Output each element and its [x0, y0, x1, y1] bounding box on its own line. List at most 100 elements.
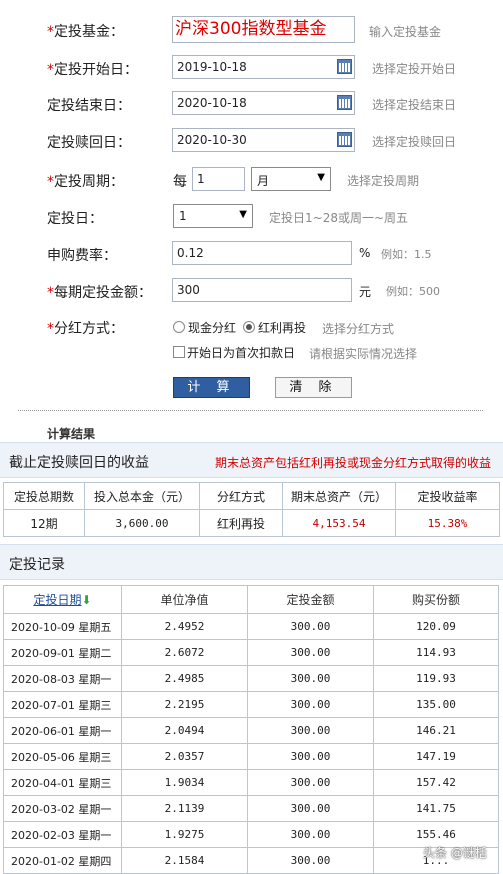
dropdown-arrow-icon: ▼ — [317, 172, 325, 183]
fee-hint: 例如：1.5 — [381, 248, 432, 261]
record-date: 2020-01-02 星期四 — [3, 847, 122, 874]
total-periods: 12期 — [3, 509, 85, 537]
record-nav: 2.0357 — [121, 743, 248, 770]
total-principal: 3,600.00 — [84, 509, 200, 537]
fee-input[interactable]: 0.12 — [172, 241, 352, 265]
calendar-icon[interactable] — [337, 59, 352, 74]
summary-header-band: 截止定投赎回日的收益 期末总资产包括红利再投或现金分红方式取得的收益 — [0, 442, 503, 478]
redeem-date-input[interactable]: 2020-10-30 — [172, 128, 355, 152]
table-row: 2020-05-06 星期三 2.0357 300.00 147.19 — [3, 743, 499, 770]
period-prefix: 每 — [173, 174, 187, 190]
summary-header-cell: 定投收益率 — [395, 482, 500, 510]
records-table: 定投日期⬇ 单位净值 定投金额 购买份额 2020-10-09 星期五 2.495… — [3, 585, 499, 874]
record-amount: 300.00 — [247, 847, 374, 874]
record-shares: 146.21 — [373, 717, 499, 744]
start-date-input[interactable]: 2019-10-18 — [172, 55, 355, 79]
record-shares: 120.09 — [373, 613, 499, 640]
dividend-method: 红利再投 — [199, 509, 283, 537]
final-assets: 4,153.54 — [282, 509, 396, 537]
records-header-row: 定投日期⬇ 单位净值 定投金额 购买份额 — [3, 585, 499, 614]
record-amount: 300.00 — [247, 795, 374, 822]
record-amount: 300.00 — [247, 743, 374, 770]
sort-down-arrow-icon[interactable]: ⬇ — [81, 593, 91, 607]
summary-title: 截止定投赎回日的收益 — [9, 455, 149, 471]
period-unit-select[interactable]: 月 ▼ — [251, 167, 331, 191]
record-date: 2020-04-01 星期三 — [3, 769, 122, 796]
amount-unit: 元 — [359, 285, 372, 299]
record-nav: 2.1139 — [121, 795, 248, 822]
record-date: 2020-02-03 星期一 — [3, 821, 122, 848]
record-nav: 2.0494 — [121, 717, 248, 744]
end-date-label: 定投结束日： — [47, 98, 131, 114]
record-date: 2020-05-06 星期三 — [3, 743, 122, 770]
calendar-icon[interactable] — [337, 95, 352, 110]
watermark: 头条 @谜栝 — [423, 846, 487, 860]
record-amount: 300.00 — [247, 717, 374, 744]
checkbox-icon[interactable] — [173, 346, 185, 358]
record-amount: 300.00 — [247, 691, 374, 718]
record-nav: 2.1584 — [121, 847, 248, 874]
day-hint: 定投日1~28或周一~周五 — [269, 211, 409, 225]
fund-label: *定投基金： — [47, 24, 124, 40]
record-date: 2020-08-03 星期一 — [3, 665, 122, 692]
summary-header-row: 定投总期数 投入总本金（元） 分红方式 期末总资产（元） 定投收益率 — [3, 482, 500, 510]
period-number-input[interactable]: 1 — [192, 167, 245, 191]
sort-date-header[interactable]: 定投日期⬇ — [3, 585, 122, 614]
table-row: 2020-06-01 星期一 2.0494 300.00 146.21 — [3, 717, 499, 744]
table-row: 2020-04-01 星期三 1.9034 300.00 157.42 — [3, 769, 499, 796]
record-nav: 1.9275 — [121, 821, 248, 848]
summary-row: 12期 3,600.00 红利再投 4,153.54 15.38% — [3, 509, 500, 537]
dividend-hint: 选择分红方式 — [322, 322, 395, 336]
record-date: 2020-09-01 星期二 — [3, 639, 122, 666]
record-amount: 300.00 — [247, 639, 374, 666]
records-body: 2020-10-09 星期五 2.4952 300.00 120.09 2020-09-… — [3, 613, 499, 874]
divider — [18, 410, 483, 411]
results-title: 计算结果 — [47, 427, 96, 441]
calculate-button[interactable]: 计 算 — [173, 377, 250, 398]
records-header-cell: 购买份额 — [373, 585, 499, 614]
dividend-option-cash[interactable]: 现金分红 — [173, 319, 236, 336]
record-shares: 135.00 — [373, 691, 499, 718]
radio-icon[interactable] — [173, 321, 185, 333]
fund-input[interactable]: 沪深300指数型基金 — [172, 16, 355, 43]
dropdown-arrow-icon: ▼ — [239, 209, 247, 220]
end-date-input[interactable]: 2020-10-18 — [172, 91, 355, 115]
summary-note: 期末总资产包括红利再投或现金分红方式取得的收益 — [214, 456, 491, 470]
calendar-icon[interactable] — [337, 132, 352, 147]
day-select[interactable]: 1 ▼ — [173, 204, 253, 228]
radio-selected-icon[interactable] — [243, 321, 255, 333]
record-nav: 2.6072 — [121, 639, 248, 666]
redeem-date-hint: 选择定投赎回日 — [372, 135, 457, 149]
records-title: 定投记录 — [9, 557, 65, 573]
first-deduct-checkbox[interactable]: 开始日为首次扣款日 — [173, 344, 295, 361]
period-label: *定投周期： — [47, 174, 124, 190]
day-label: 定投日： — [47, 211, 103, 227]
summary-table: 定投总期数 投入总本金（元） 分红方式 期末总资产（元） 定投收益率 12期 3… — [3, 482, 500, 537]
record-nav: 2.2195 — [121, 691, 248, 718]
record-shares: 119.93 — [373, 665, 499, 692]
fund-hint: 输入定投基金 — [369, 25, 442, 39]
table-row: 2020-03-02 星期一 2.1139 300.00 141.75 — [3, 795, 499, 822]
record-nav: 2.4985 — [121, 665, 248, 692]
table-row: 2020-10-09 星期五 2.4952 300.00 120.09 — [3, 613, 499, 640]
amount-input[interactable]: 300 — [172, 278, 352, 302]
records-header-cell: 单位净值 — [121, 585, 248, 614]
start-date-hint: 选择定投开始日 — [372, 62, 457, 76]
redeem-date-label: 定投赎回日： — [47, 135, 131, 151]
summary-header-cell: 投入总本金（元） — [84, 482, 200, 510]
summary-header-cell: 期末总资产（元） — [282, 482, 396, 510]
return-rate: 15.38% — [395, 509, 500, 537]
summary-header-cell: 定投总期数 — [3, 482, 85, 510]
summary-header-cell: 分红方式 — [199, 482, 283, 510]
record-date: 2020-06-01 星期一 — [3, 717, 122, 744]
clear-button[interactable]: 清 除 — [275, 377, 352, 398]
record-nav: 2.4952 — [121, 613, 248, 640]
record-shares: 157.42 — [373, 769, 499, 796]
record-shares: 147.19 — [373, 743, 499, 770]
first-deduct-hint: 请根据实际情况选择 — [309, 347, 418, 361]
dividend-option-reinvest[interactable]: 红利再投 — [243, 319, 306, 336]
record-date: 2020-10-09 星期五 — [3, 613, 122, 640]
calculator-form: *定投基金： 沪深300指数型基金 输入定投基金 *定投开始日： 2019-10… — [0, 0, 503, 410]
start-date-label: *定投开始日： — [47, 62, 138, 78]
fee-label: 申购费率： — [47, 248, 117, 264]
